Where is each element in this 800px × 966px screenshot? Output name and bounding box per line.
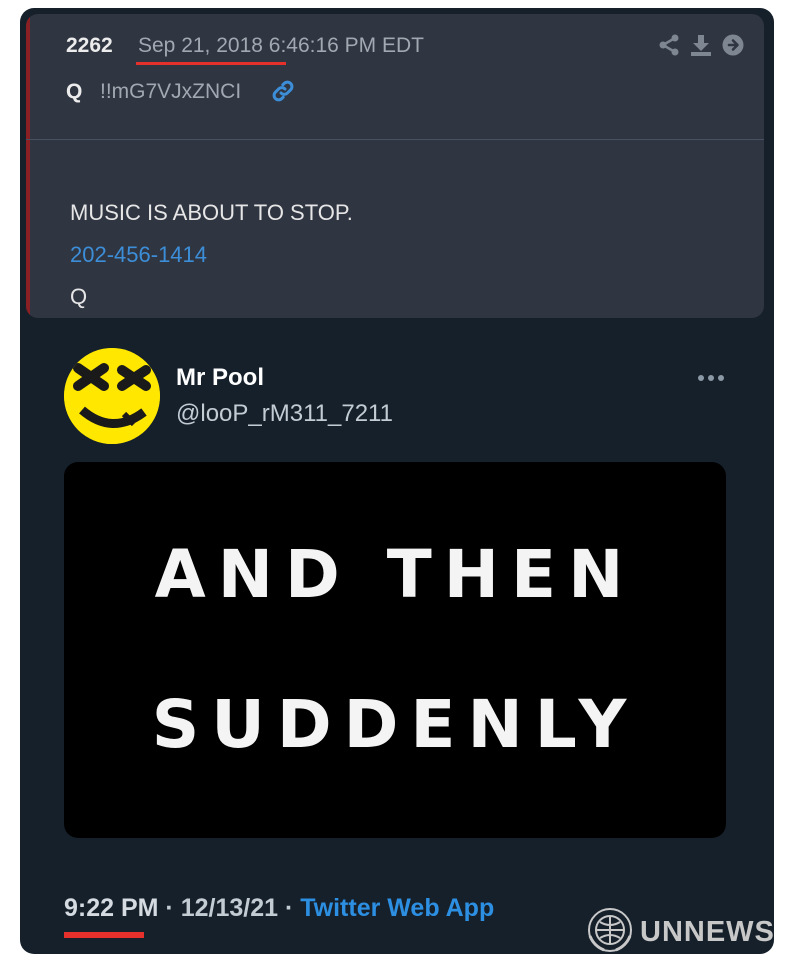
- post-number[interactable]: 2262: [66, 34, 113, 58]
- post-signature: Q: [70, 284, 88, 309]
- media-text-line: SUDDENLY: [151, 686, 639, 763]
- tweet-author-handle[interactable]: @looP_rM311_7211: [176, 400, 393, 428]
- post-message-line: MUSIC IS ABOUT TO STOP.: [70, 200, 353, 225]
- date-highlight-underline: [136, 62, 286, 65]
- tweet-metadata: 9:22 PM · 12/13/21 · Twitter Web App: [64, 894, 494, 923]
- meta-separator: ·: [278, 894, 301, 922]
- tweet-media-image[interactable]: AND THEN SUDDENLY: [64, 462, 726, 838]
- watermark: UNNEWS: [586, 906, 775, 959]
- poster-tripcode: !!mG7VJxZNCI: [100, 80, 242, 103]
- tweet-author-name[interactable]: Mr Pool: [176, 364, 264, 392]
- poster-name: Q: [66, 80, 83, 103]
- phone-number-link[interactable]: 202-456-1414: [70, 234, 353, 276]
- tweet-card: Mr Pool @looP_rM311_7211 AND THEN SUDDEN…: [20, 334, 774, 954]
- q-post-card: 2262 Sep 21, 2018 6:46:16 PM EDT Q !!mG7…: [26, 14, 764, 318]
- download-icon[interactable]: [690, 34, 712, 56]
- media-text-line: AND THEN: [154, 536, 636, 613]
- avatar[interactable]: [64, 348, 160, 444]
- share-icon[interactable]: [658, 34, 680, 56]
- tweet-date[interactable]: 12/13/21: [181, 894, 278, 922]
- post-action-icons: [658, 34, 744, 56]
- meta-separator: ·: [158, 894, 181, 922]
- q-post-body: MUSIC IS ABOUT TO STOP. 202-456-1414 Q: [70, 192, 353, 318]
- post-date: Sep 21, 2018 6:46:16 PM EDT: [138, 34, 425, 57]
- link-icon[interactable]: [271, 79, 295, 108]
- tweet-source-link[interactable]: Twitter Web App: [300, 894, 494, 922]
- arrow-right-icon[interactable]: [722, 34, 744, 56]
- tweet-time[interactable]: 9:22 PM: [64, 894, 158, 922]
- watermark-text: UNNEWS: [640, 915, 775, 948]
- screenshot-frame: 2262 Sep 21, 2018 6:46:16 PM EDT Q !!mG7…: [20, 8, 774, 954]
- globe-emblem-icon: [586, 906, 634, 959]
- more-options-icon[interactable]: [696, 370, 726, 381]
- q-post-header: 2262 Sep 21, 2018 6:46:16 PM EDT Q !!mG7…: [26, 14, 764, 140]
- time-highlight-underline: [64, 932, 144, 938]
